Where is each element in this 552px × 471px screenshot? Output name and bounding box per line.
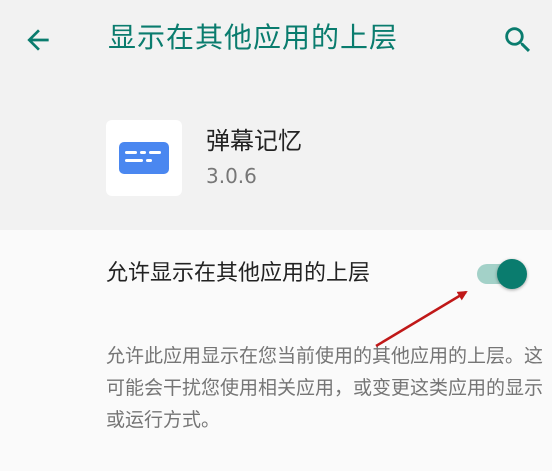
- back-button[interactable]: [12, 14, 64, 66]
- overlay-permission-toggle[interactable]: [475, 259, 527, 289]
- permission-panel: 允许显示在其他应用的上层 允许此应用显示在您当前使用的其他应用的上层。这可能会干…: [0, 230, 552, 471]
- search-button[interactable]: [492, 14, 544, 66]
- search-icon: [505, 27, 531, 53]
- app-icon: [106, 120, 182, 196]
- danmaku-app-icon: [119, 142, 169, 174]
- page-title: 显示在其他应用的上层: [108, 21, 399, 54]
- app-version: 3.0.6: [206, 164, 257, 188]
- app-bar: 显示在其他应用的上层: [0, 0, 552, 80]
- app-name: 弹幕记忆: [206, 127, 302, 155]
- overlay-permission-row[interactable]: 允许显示在其他应用的上层: [0, 230, 552, 316]
- arrow-back-icon: [27, 29, 49, 51]
- toggle-thumb: [497, 259, 527, 289]
- permission-description: 允许此应用显示在您当前使用的其他应用的上层。这可能会干扰您使用相关应用，或变更这…: [106, 345, 544, 431]
- app-info-header: 弹幕记忆 3.0.6: [0, 80, 552, 230]
- overlay-permission-label: 允许显示在其他应用的上层: [106, 261, 371, 286]
